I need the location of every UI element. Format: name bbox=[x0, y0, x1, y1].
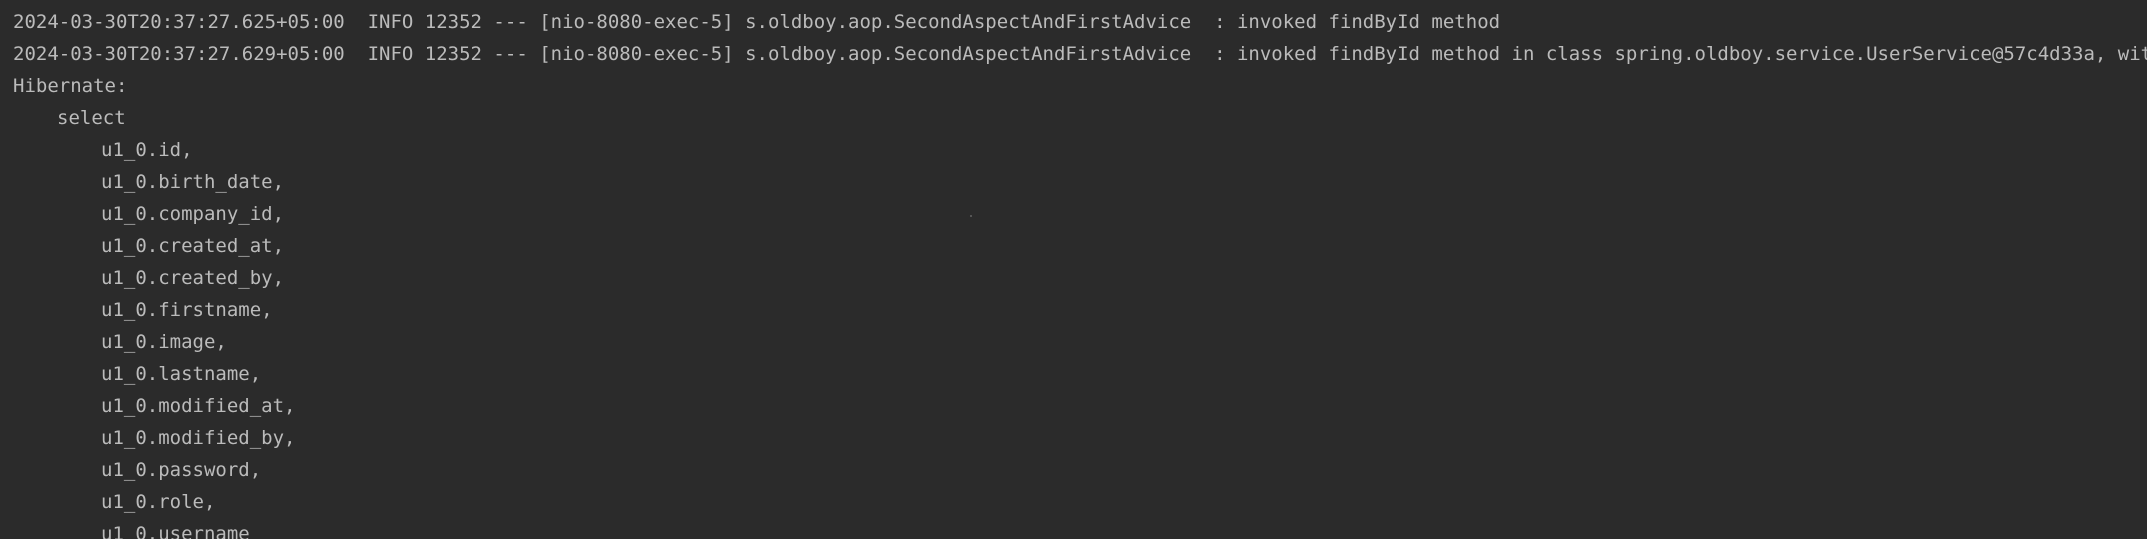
sql-column: u1_0.role, bbox=[101, 491, 216, 513]
sql-column: u1_0.modified_at, bbox=[101, 395, 296, 417]
sql-column: u1_0.lastname, bbox=[101, 363, 262, 385]
sql-select-keyword: select bbox=[57, 107, 126, 129]
sql-column: u1_0.id, bbox=[101, 139, 193, 161]
sql-column: u1_0.modified_by, bbox=[101, 427, 296, 449]
hibernate-label: Hibernate: bbox=[13, 75, 128, 97]
sql-column: u1_0.created_at, bbox=[101, 235, 285, 257]
sql-column: u1_0.password, bbox=[101, 459, 262, 481]
log-line-1: 2024-03-30T20:37:27.625+05:00 INFO 12352… bbox=[13, 11, 1501, 33]
stray-pixel bbox=[970, 215, 972, 217]
sql-column: u1_0.birth_date, bbox=[101, 171, 285, 193]
log-line-2: 2024-03-30T20:37:27.629+05:00 INFO 12352… bbox=[13, 43, 2147, 65]
sql-column: u1_0.firstname, bbox=[101, 299, 273, 321]
console-output[interactable]: 2024-03-30T20:37:27.625+05:00 INFO 12352… bbox=[0, 0, 2147, 539]
sql-column: u1_0.username bbox=[101, 523, 250, 539]
sql-column: u1_0.image, bbox=[101, 331, 227, 353]
sql-column: u1_0.company_id, bbox=[101, 203, 285, 225]
sql-column: u1_0.created_by, bbox=[101, 267, 285, 289]
